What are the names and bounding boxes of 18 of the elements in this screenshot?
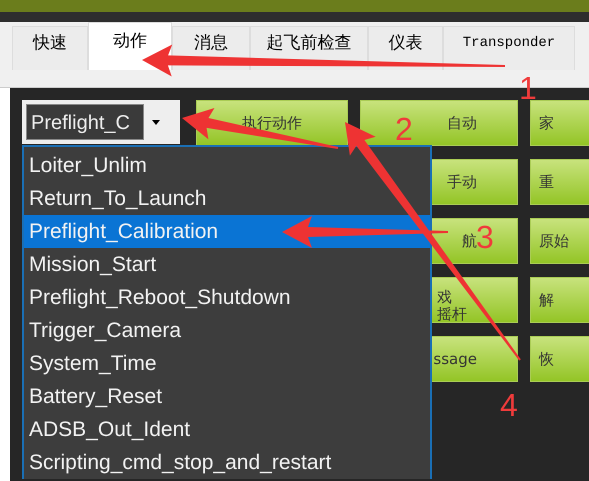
tab[interactable]: 快速: [12, 26, 88, 70]
dropdown-option[interactable]: ADSB_Out_Ident: [24, 413, 430, 446]
action-button[interactable]: 家: [530, 100, 589, 146]
action-button[interactable]: 恢: [530, 336, 589, 382]
action-button[interactable]: 原始: [530, 218, 589, 264]
tab[interactable]: Transponder: [443, 26, 575, 70]
tab[interactable]: 仪表: [368, 26, 443, 70]
caret-icon: [150, 118, 162, 126]
annotation-number: 2: [395, 111, 413, 147]
action-button[interactable]: 重: [530, 159, 589, 205]
action-button[interactable]: 解: [530, 277, 589, 323]
annotation-number: 4: [500, 387, 518, 423]
action-dropdown[interactable]: Preflight_C: [22, 100, 180, 144]
dropdown-option[interactable]: Battery_Reset: [24, 380, 430, 413]
dropdown-option[interactable]: Preflight_Calibration: [24, 215, 430, 248]
tab[interactable]: 动作: [88, 22, 172, 70]
dropdown-option[interactable]: Scripting_cmd_stop_and_restart: [24, 446, 430, 479]
annotation-number: 3: [476, 219, 494, 255]
